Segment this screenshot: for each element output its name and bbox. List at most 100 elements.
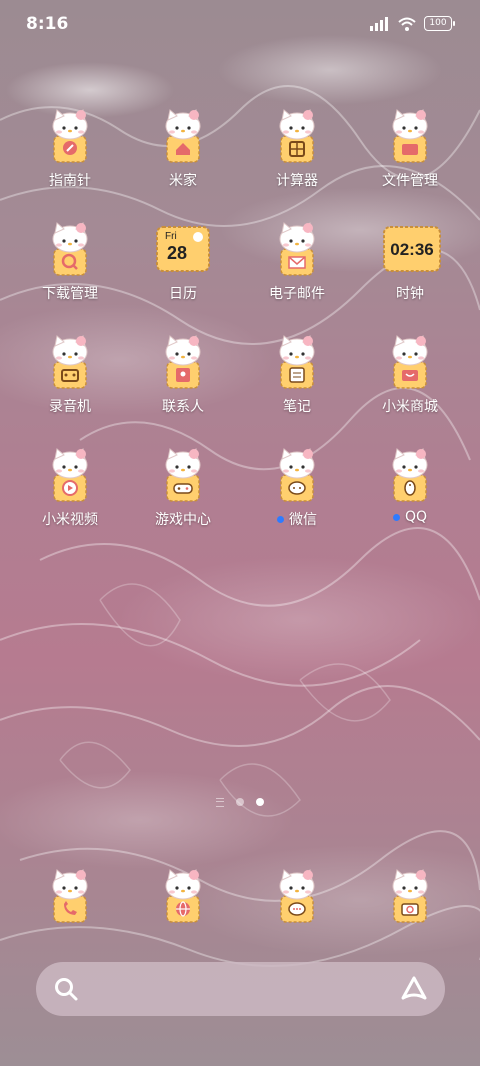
app-contacts[interactable]: 联系人 [133,334,233,416]
status-icons: 100 [370,16,455,31]
app-folder[interactable]: 文件管理 [360,108,460,190]
calculator-icon-art [279,109,315,163]
calculator-icon[interactable] [269,108,325,164]
clock-icon-art: 02:36 [383,226,441,272]
clock-time-text: 02:36 [390,240,433,259]
calendar-icon[interactable]: Fri 28 [155,221,211,277]
browser-icon[interactable] [155,868,211,924]
app-wechat[interactable]: 微信 [247,447,347,529]
app-label: QQ [360,509,460,525]
dock-app-camera[interactable] [360,868,460,924]
status-time: 8:16 [26,14,69,34]
recorder-icon-art [52,335,88,389]
app-label-text: 小米视频 [42,512,98,528]
app-label-text: 时钟 [396,286,424,302]
app-label: 指南针 [20,170,120,190]
compass-icon-art [52,109,88,163]
search-bar[interactable] [36,962,445,1016]
app-label: 联系人 [133,396,233,416]
calendar-day-text: Fri [165,231,177,242]
video-icon-art [52,448,88,502]
penguin-icon[interactable] [382,447,438,503]
dock-app-message[interactable] [247,868,347,924]
app-label: 电子邮件 [247,283,347,303]
notes-icon-art [279,335,315,389]
app-label: 录音机 [20,396,120,416]
app-label: 文件管理 [360,170,460,190]
signal-icon [370,16,388,31]
app-recorder[interactable]: 录音机 [20,334,120,416]
calendar-date-text: 28 [167,243,187,263]
camera-icon-art [392,869,428,923]
app-download[interactable]: 下载管理 [20,221,120,303]
app-clock[interactable]: 02:36 时钟 [360,221,460,303]
status-bar: 8:16 100 [0,0,480,48]
clock-icon[interactable]: 02:36 [382,221,441,277]
compass-icon[interactable] [42,108,98,164]
app-store[interactable]: 小米商城 [360,334,460,416]
app-label: 小米商城 [360,396,460,416]
page-dot-2-active[interactable] [256,798,264,806]
search-icon[interactable] [52,975,80,1003]
phone-icon-art [52,869,88,923]
app-label-text: 微信 [289,512,317,528]
dock-app-phone[interactable] [20,868,120,924]
contacts-icon[interactable] [155,334,211,390]
app-label: 下载管理 [20,283,120,303]
app-label-text: 小米商城 [382,399,438,415]
battery-icon: 100 [424,16,455,31]
app-compass[interactable]: 指南针 [20,108,120,190]
camera-icon[interactable] [382,868,438,924]
unread-dot [277,515,284,523]
app-label: 日历 [133,283,233,303]
app-notes[interactable]: 笔记 [247,334,347,416]
app-label-text: 录音机 [49,399,91,415]
mail-icon[interactable] [269,221,325,277]
wechat-icon-art [279,448,315,502]
house-icon-art [165,109,201,163]
store-icon-art [392,335,428,389]
page-indicator[interactable] [0,796,480,808]
video-icon[interactable] [42,447,98,503]
app-video[interactable]: 小米视频 [20,447,120,529]
app-label-text: 游戏中心 [155,512,211,528]
download-icon[interactable] [42,221,98,277]
app-label-text: 联系人 [162,399,204,415]
dock-app-browser[interactable] [133,868,233,924]
app-calendar[interactable]: Fri 28 日历 [133,221,233,303]
app-label-text: 指南针 [49,173,91,189]
wechat-icon[interactable] [269,447,325,503]
app-label: 时钟 [360,283,460,303]
wifi-icon [398,17,416,31]
recorder-icon[interactable] [42,334,98,390]
message-icon[interactable] [269,868,325,924]
app-label: 米家 [133,170,233,190]
app-drawer-indicator-icon[interactable] [216,797,224,807]
app-label: 笔记 [247,396,347,416]
app-label-text: 电子邮件 [269,286,325,302]
contacts-icon-art [165,335,201,389]
app-mail[interactable]: 电子邮件 [247,221,347,303]
gamepad-icon-art [165,448,201,502]
browser-icon-art [165,869,201,923]
phone-icon[interactable] [42,868,98,924]
app-label-text: 计算器 [276,173,318,189]
assistant-icon[interactable] [399,974,429,1004]
folder-icon[interactable] [382,108,438,164]
house-icon[interactable] [155,108,211,164]
app-label-text: 日历 [169,286,197,302]
app-penguin[interactable]: QQ [360,447,460,525]
store-icon[interactable] [382,334,438,390]
app-house[interactable]: 米家 [133,108,233,190]
app-label-text: 笔记 [283,399,311,415]
app-calculator[interactable]: 计算器 [247,108,347,190]
app-label-text: QQ [404,509,428,525]
page-dot-1[interactable] [236,798,244,806]
folder-icon-art [392,109,428,163]
app-gamepad[interactable]: 游戏中心 [133,447,233,529]
app-label-text: 下载管理 [42,286,98,302]
notes-icon[interactable] [269,334,325,390]
penguin-icon-art [392,448,428,502]
unread-dot [392,513,400,521]
gamepad-icon[interactable] [155,447,211,503]
